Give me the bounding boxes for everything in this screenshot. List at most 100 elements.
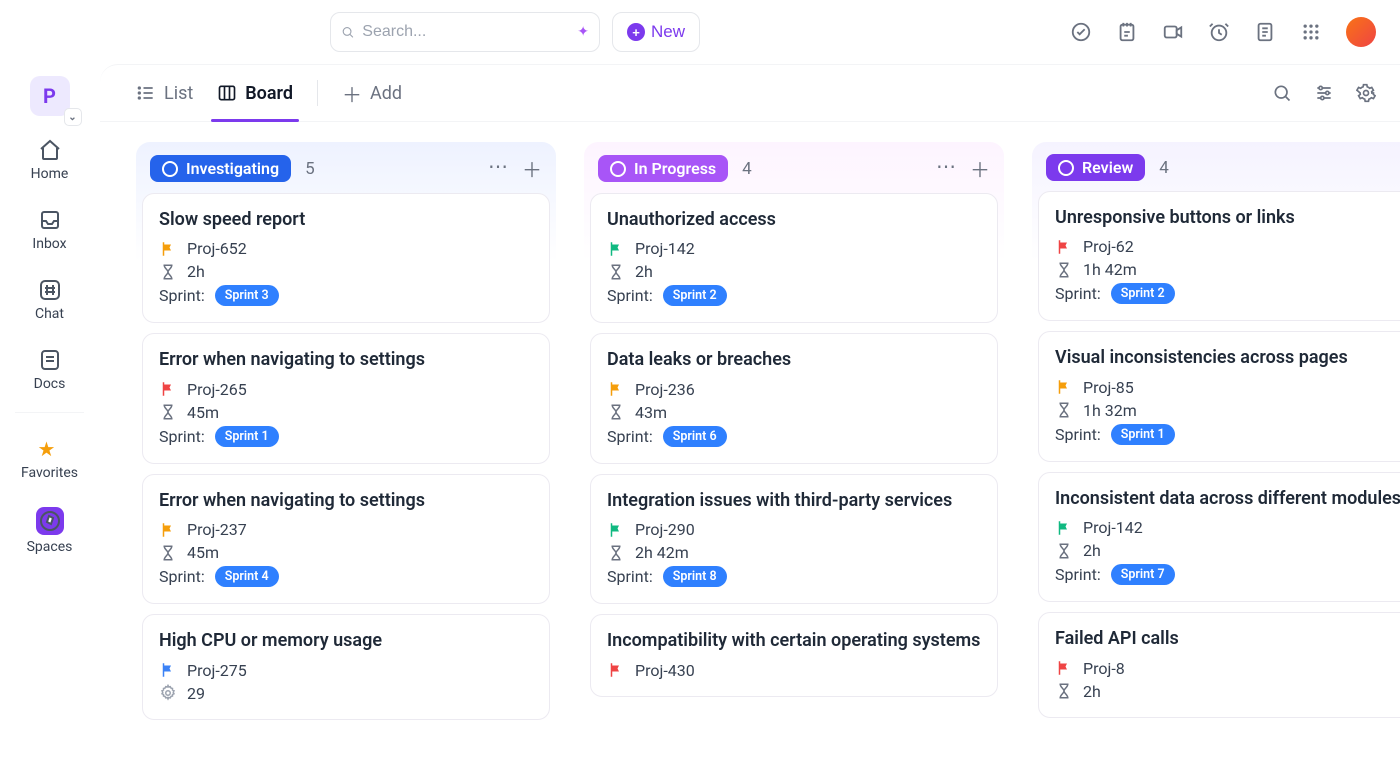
task-card[interactable]: Incompatibility with certain operating s…	[590, 614, 998, 696]
card-time-row: 43m	[607, 403, 981, 422]
sidebar-item-spaces[interactable]: Spaces	[0, 495, 99, 563]
search-input[interactable]	[362, 23, 569, 41]
task-card[interactable]: Failed API calls Proj-8 2h	[1038, 612, 1400, 717]
card-time-row: 2h	[1055, 682, 1400, 701]
card-sprint-row: Sprint:Sprint 7	[1055, 564, 1400, 585]
sprint-badge[interactable]: Sprint 8	[663, 566, 727, 587]
sprint-badge[interactable]: Sprint 2	[1111, 283, 1175, 304]
sidebar-item-inbox[interactable]: Inbox	[0, 196, 99, 260]
task-card[interactable]: Visual inconsistencies across pages Proj…	[1038, 331, 1400, 461]
card-project-row: Proj-265	[159, 380, 533, 399]
apps-grid-icon[interactable]	[1300, 21, 1322, 43]
task-card[interactable]: High CPU or memory usage Proj-275 29	[142, 614, 550, 719]
sprint-badge[interactable]: Sprint 1	[215, 426, 279, 447]
status-chip[interactable]: Investigating	[150, 155, 291, 182]
task-card[interactable]: Error when navigating to settings Proj-2…	[142, 474, 550, 604]
column-more-icon[interactable]: ⋯	[936, 154, 956, 183]
card-time-row: 45m	[159, 403, 533, 422]
compass-icon	[36, 507, 64, 535]
kanban-board: Investigating 5 ⋯ ＋ Slow speed report Pr…	[100, 122, 1400, 781]
new-button[interactable]: + New	[612, 12, 700, 52]
flag-icon	[607, 240, 625, 258]
notepad-icon[interactable]	[1116, 21, 1138, 43]
doc-icon[interactable]	[1254, 21, 1276, 43]
card-project-id: Proj-652	[187, 239, 247, 258]
add-view-label: Add	[370, 83, 402, 104]
sprint-badge[interactable]: Sprint 7	[1111, 564, 1175, 585]
column-add-icon[interactable]: ＋	[522, 154, 542, 183]
card-sprint-row: Sprint:Sprint 2	[607, 285, 981, 306]
sprint-label: Sprint:	[607, 567, 653, 586]
tab-list[interactable]: List	[136, 65, 193, 121]
sprint-badge[interactable]: Sprint 1	[1111, 424, 1175, 445]
column-count: 4	[742, 159, 752, 179]
sprint-label: Sprint:	[607, 427, 653, 446]
card-time-row: 1h 42m	[1055, 260, 1400, 279]
sidebar-item-label: Spaces	[27, 539, 73, 555]
card-title: Incompatibility with certain operating s…	[607, 629, 981, 652]
card-points: 29	[187, 684, 205, 703]
task-card[interactable]: Error when navigating to settings Proj-2…	[142, 333, 550, 463]
flag-icon	[1055, 659, 1073, 677]
sidebar-item-label: Favorites	[21, 465, 78, 481]
hourglass-icon	[1055, 542, 1073, 560]
settings-gear-icon[interactable]	[1356, 83, 1376, 103]
card-sprint-row: Sprint:Sprint 1	[159, 426, 533, 447]
column-more-icon[interactable]: ⋯	[488, 154, 508, 183]
card-points-row: 29	[159, 684, 533, 703]
sprint-badge[interactable]: Sprint 4	[215, 566, 279, 587]
card-time-row: 2h	[1055, 541, 1400, 560]
board-column: Review 4 ⋯ Unresponsive buttons or links…	[1032, 142, 1400, 726]
plus-icon: +	[627, 23, 645, 41]
tab-board[interactable]: Board	[217, 65, 293, 121]
card-time-row: 1h 32m	[1055, 401, 1400, 420]
task-card[interactable]: Unauthorized access Proj-142 2h Sprint:S…	[590, 193, 998, 323]
user-avatar[interactable]	[1346, 17, 1376, 47]
task-card[interactable]: Data leaks or breaches Proj-236 43m Spri…	[590, 333, 998, 463]
sidebar-item-chat[interactable]: Chat	[0, 266, 99, 330]
filter-settings-icon[interactable]	[1314, 83, 1334, 103]
hourglass-icon	[159, 544, 177, 562]
sprint-badge[interactable]: Sprint 6	[663, 426, 727, 447]
card-time: 1h 42m	[1083, 260, 1137, 279]
card-project-row: Proj-142	[607, 239, 981, 258]
record-clip-icon[interactable]	[1162, 21, 1184, 43]
sidebar-item-docs[interactable]: Docs	[0, 336, 99, 400]
sidebar-item-home[interactable]: Home	[0, 126, 99, 190]
card-time: 2h	[635, 262, 653, 281]
status-chip[interactable]: In Progress	[598, 155, 728, 182]
status-label: Review	[1082, 158, 1133, 177]
hourglass-icon	[1055, 261, 1073, 279]
chevron-down-icon[interactable]: ⌄	[64, 108, 82, 126]
status-dot-icon	[1058, 160, 1074, 176]
flag-icon	[1055, 378, 1073, 396]
task-card[interactable]: Inconsistent data across different modul…	[1038, 472, 1400, 602]
card-title: Failed API calls	[1055, 627, 1400, 650]
task-card[interactable]: Slow speed report Proj-652 2h Sprint:Spr…	[142, 193, 550, 323]
task-card[interactable]: Unresponsive buttons or links Proj-62 1h…	[1038, 191, 1400, 321]
card-title: Data leaks or breaches	[607, 348, 981, 371]
reminder-icon[interactable]	[1208, 21, 1230, 43]
card-time-row: 2h	[607, 262, 981, 281]
workspace-switcher[interactable]: P ⌄	[30, 76, 70, 116]
ai-sparkle-icon[interactable]: ✦	[577, 24, 589, 40]
column-add-icon[interactable]: ＋	[970, 154, 990, 183]
column-header: In Progress 4 ⋯ ＋	[584, 142, 1004, 193]
card-sprint-row: Sprint:Sprint 4	[159, 566, 533, 587]
card-title: Unauthorized access	[607, 208, 981, 231]
sprint-badge[interactable]: Sprint 2	[663, 285, 727, 306]
sidebar-item-favorites[interactable]: ★ Favorites	[0, 425, 99, 489]
card-sprint-row: Sprint: Sprint 8	[607, 566, 981, 587]
task-card[interactable]: Integration issues with third-party serv…	[590, 474, 998, 604]
status-dot-icon	[610, 161, 626, 177]
search-box[interactable]: ✦	[330, 12, 600, 52]
sprint-badge[interactable]: Sprint 3	[215, 285, 279, 306]
search-view-icon[interactable]	[1272, 83, 1292, 103]
task-check-icon[interactable]	[1070, 21, 1092, 43]
status-chip[interactable]: Review	[1046, 154, 1145, 181]
column-count: 4	[1159, 158, 1169, 178]
add-view-button[interactable]: ＋ Add	[342, 79, 402, 108]
sidebar-item-label: Home	[31, 166, 69, 182]
star-icon: ★	[38, 437, 62, 461]
card-time: 43m	[635, 403, 667, 422]
